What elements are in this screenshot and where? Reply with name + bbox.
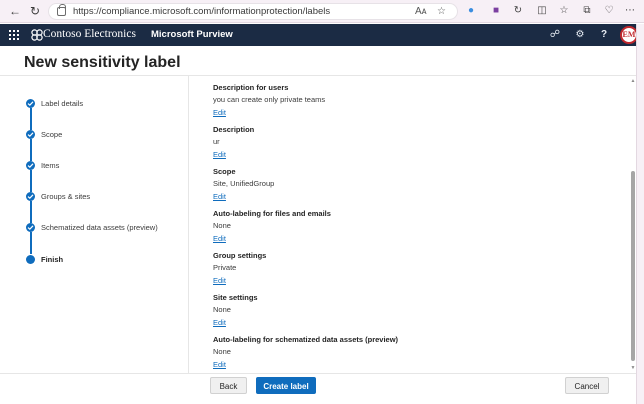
step-current-dot-icon (26, 255, 35, 264)
wizard-footer (0, 373, 636, 404)
help-icon[interactable]: ? (597, 28, 611, 42)
section-value: ur (213, 137, 220, 146)
section-heading: Auto-labeling for schematized data asset… (213, 335, 399, 344)
cancel-button[interactable]: Cancel (565, 377, 609, 394)
step-connector (29, 201, 32, 223)
scrollbar-thumb[interactable] (631, 171, 635, 361)
edit-link[interactable]: Edit (213, 360, 226, 369)
section-heading: Site settings (213, 293, 258, 302)
split-screen-icon[interactable]: ◫ (536, 5, 548, 17)
collections-icon[interactable]: ■ (490, 5, 502, 17)
step-items[interactable]: Items (41, 161, 59, 170)
app-header: Contoso Electronics Microsoft Purview ☍ … (0, 24, 644, 46)
refresh-icon[interactable]: ↻ (28, 4, 42, 18)
step-connector (29, 139, 32, 161)
extension-icon[interactable]: ● (465, 5, 477, 17)
more-icon[interactable]: ⋯ (624, 5, 636, 17)
step-scope[interactable]: Scope (41, 130, 62, 139)
edit-link[interactable]: Edit (213, 276, 226, 285)
address-bar[interactable]: https://compliance.microsoft.com/informa… (48, 3, 458, 20)
step-complete-check-icon (26, 130, 35, 139)
back-button[interactable]: Back (210, 377, 247, 394)
window-edge (636, 24, 644, 404)
favorites-bar-icon[interactable]: ☆ (558, 5, 570, 17)
step-complete-check-icon (26, 161, 35, 170)
section-value: Site, UnifiedGroup (213, 179, 275, 188)
section-value: None (213, 221, 231, 230)
step-label-details[interactable]: Label details (41, 99, 83, 108)
section-value: None (213, 347, 231, 356)
step-groups-sites[interactable]: Groups & sites (41, 192, 90, 201)
step-schematized-data-assets[interactable]: Schematized data assets (preview) (41, 223, 158, 232)
section-heading: Description for users (213, 83, 289, 92)
section-heading: Scope (213, 167, 236, 176)
step-connector (29, 170, 32, 192)
step-connector (29, 232, 32, 254)
step-complete-check-icon (26, 223, 35, 232)
panel-divider (188, 76, 189, 373)
step-connector (29, 108, 32, 130)
back-icon[interactable]: ← (8, 4, 22, 18)
browser-toolbar: ← ↻ https://compliance.microsoft.com/inf… (0, 0, 644, 23)
title-divider (0, 75, 636, 76)
page-title: New sensitivity label (24, 54, 181, 71)
section-value: None (213, 305, 231, 314)
heart-icon[interactable]: ♡ (603, 5, 615, 17)
section-heading: Auto-labeling for files and emails (213, 209, 331, 218)
connections-icon[interactable]: ☍ (548, 28, 562, 42)
app-launcher-icon[interactable] (9, 30, 19, 40)
step-complete-check-icon (26, 99, 35, 108)
step-complete-check-icon (26, 192, 35, 201)
refresh-page-icon[interactable]: ↻ (512, 5, 524, 17)
contoso-logo-icon (31, 29, 43, 41)
section-heading: Description (213, 125, 255, 134)
product-name[interactable]: Microsoft Purview (151, 29, 233, 40)
read-aloud-icon[interactable]: Aᴀ (415, 6, 427, 17)
gear-icon[interactable]: ⚙ (573, 28, 587, 42)
edit-link[interactable]: Edit (213, 318, 226, 327)
lock-icon[interactable] (57, 4, 66, 16)
browser-essentials-icon[interactable]: ⧉ (581, 5, 593, 17)
create-label-button[interactable]: Create label (256, 377, 316, 394)
edit-link[interactable]: Edit (213, 150, 226, 159)
edit-link[interactable]: Edit (213, 192, 226, 201)
section-value: you can create only private teams (213, 95, 326, 104)
section-heading: Group settings (213, 251, 267, 260)
section-value: Private (213, 263, 237, 272)
url-text[interactable]: https://compliance.microsoft.com/informa… (73, 6, 330, 17)
edit-link[interactable]: Edit (213, 234, 226, 243)
brand-name[interactable]: Contoso Electronics (43, 28, 136, 40)
step-finish[interactable]: Finish (41, 255, 63, 264)
edit-link[interactable]: Edit (213, 108, 226, 117)
favorite-icon[interactable]: ☆ (437, 6, 446, 17)
